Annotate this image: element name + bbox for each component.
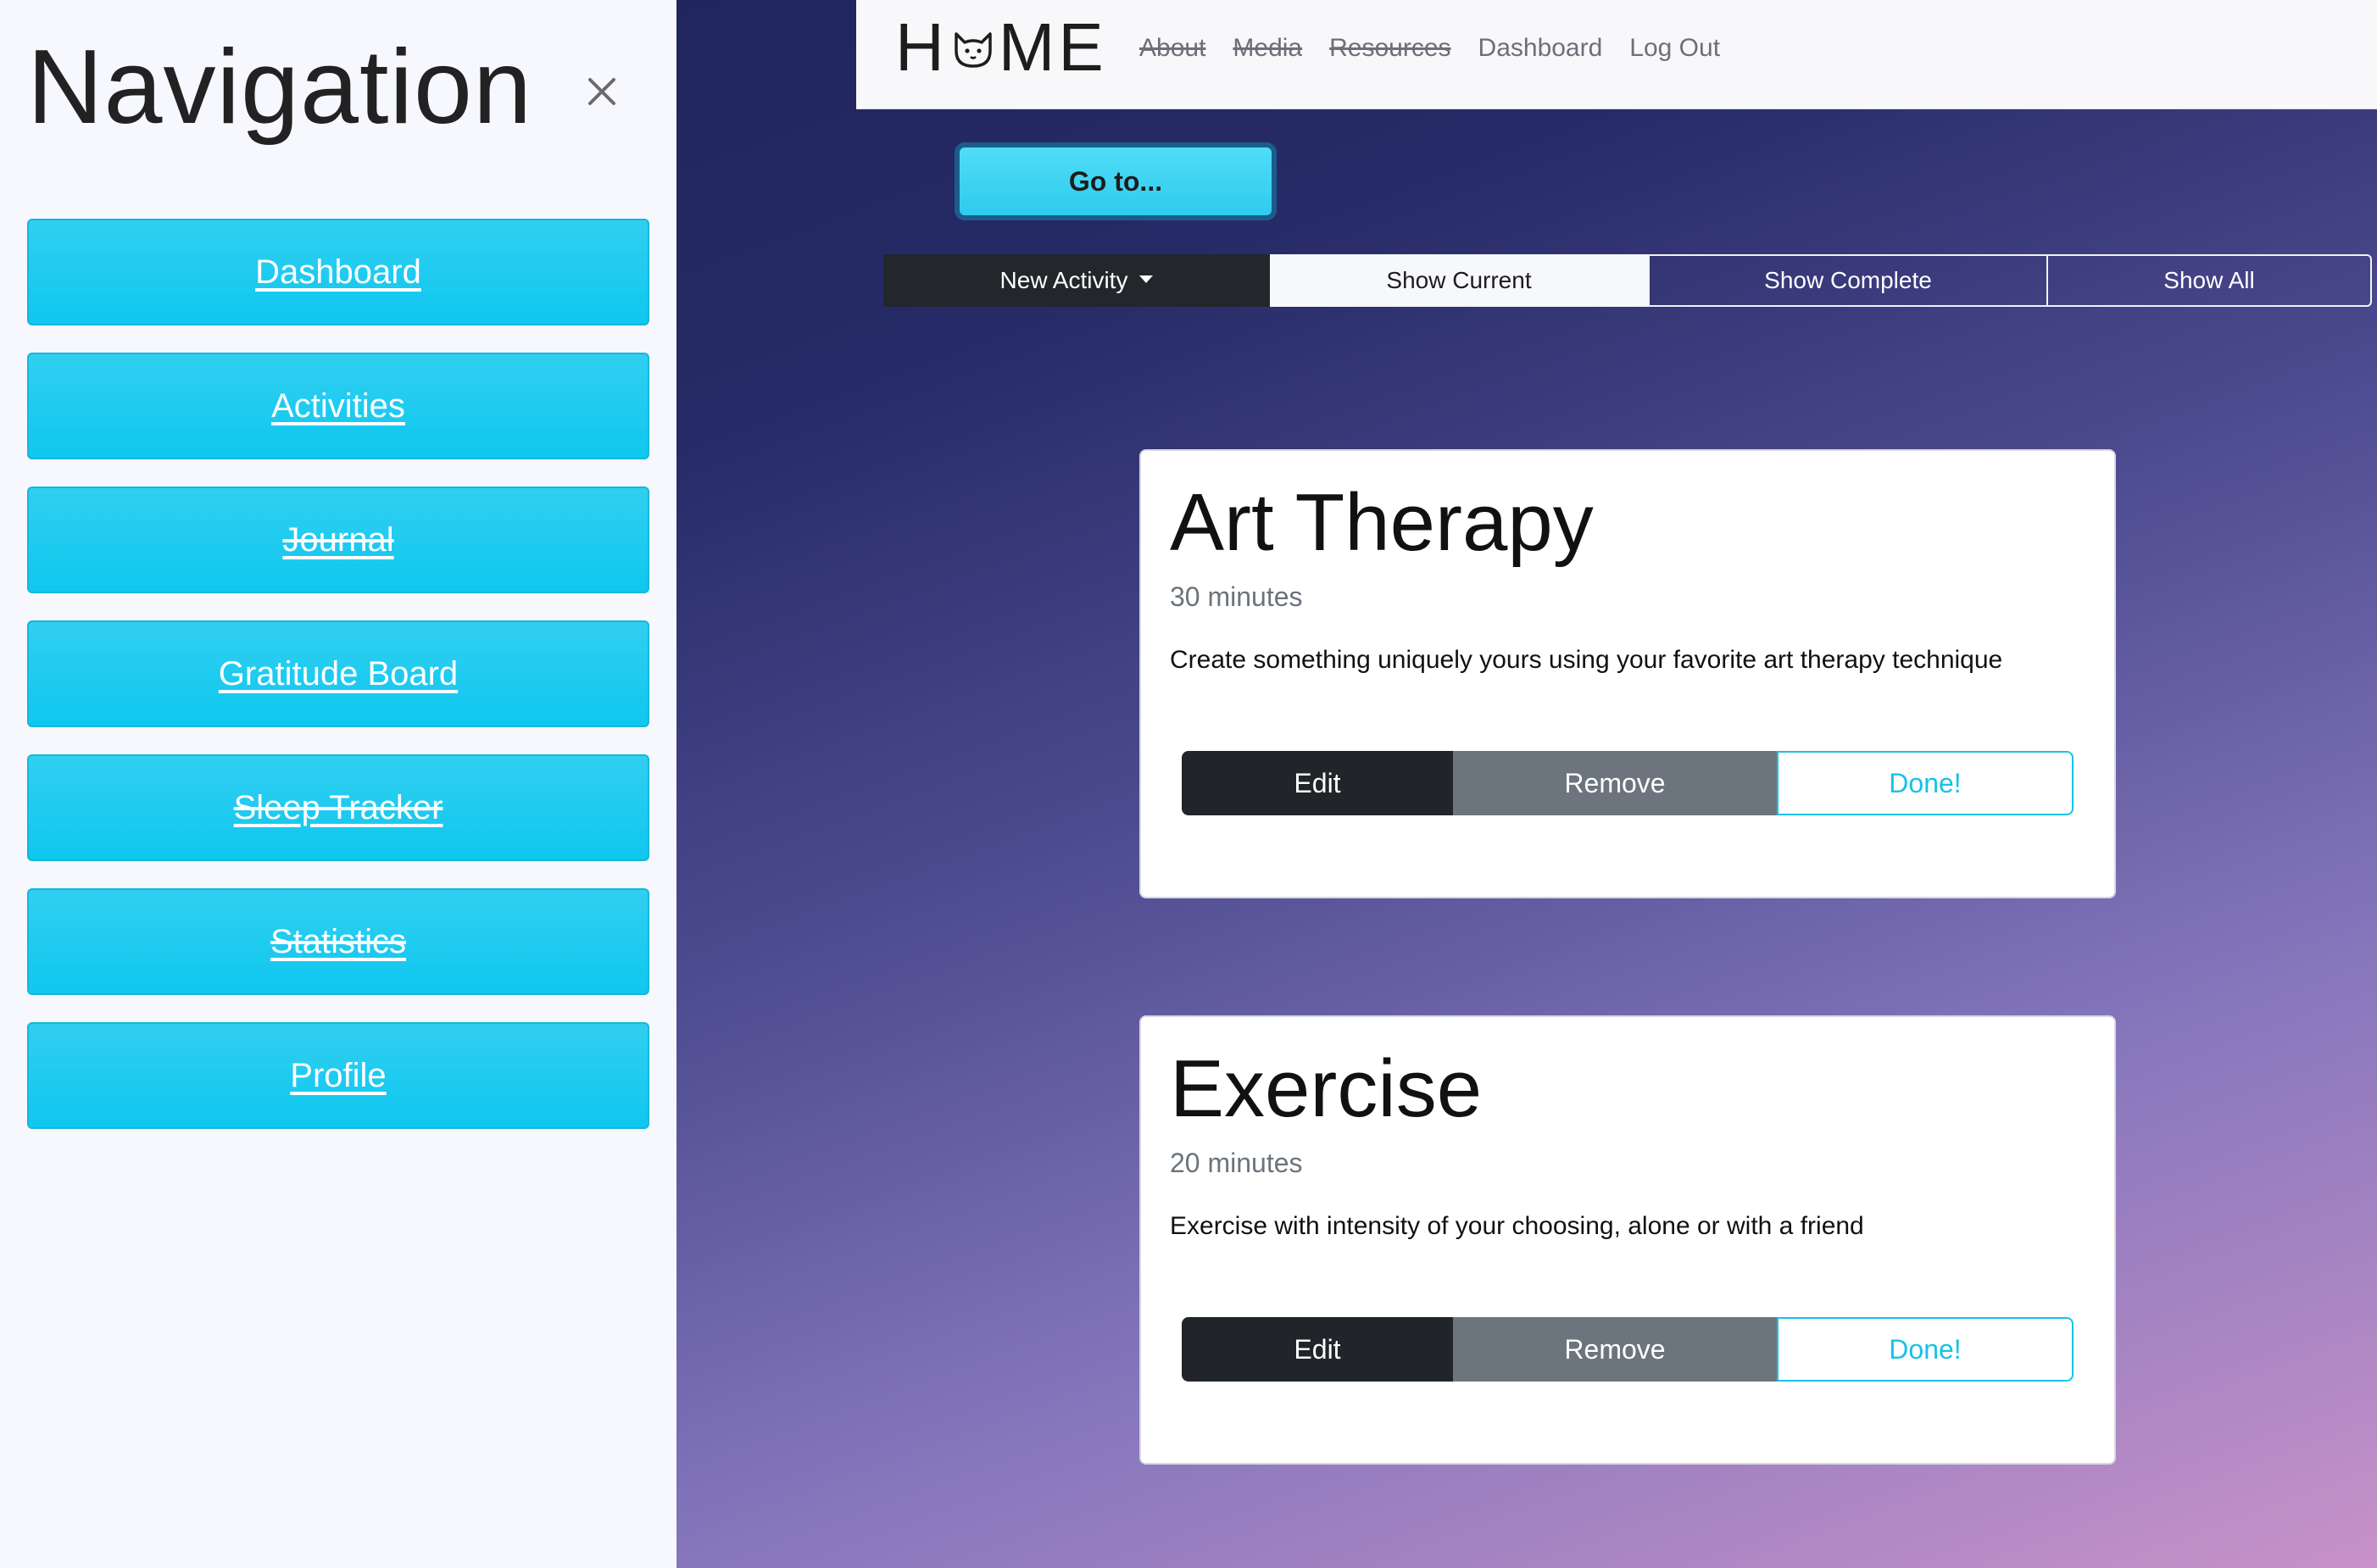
top-navbar: H ME About Media Resources Dashboard Log… xyxy=(856,0,2377,109)
cat-icon xyxy=(955,32,992,68)
activity-description: Create something uniquely yours using yo… xyxy=(1170,646,2003,674)
activity-duration: 30 minutes xyxy=(1170,581,1303,612)
edit-button[interactable]: Edit xyxy=(1182,751,1453,815)
sidebar-item-label: Activities xyxy=(271,386,405,425)
done-button[interactable]: Done! xyxy=(1777,751,2074,815)
sidebar-nav-list: Dashboard Activities Journal Gratitude B… xyxy=(27,219,649,1156)
show-current-button[interactable]: Show Current xyxy=(1270,254,1648,307)
sidebar-item-activities[interactable]: Activities xyxy=(27,353,649,459)
new-activity-label: New Activity xyxy=(999,267,1128,293)
sidebar-item-statistics[interactable]: Statistics xyxy=(27,888,649,995)
sidebar-item-journal[interactable]: Journal xyxy=(27,487,649,593)
sidebar-item-dashboard[interactable]: Dashboard xyxy=(27,219,649,325)
caret-down-icon xyxy=(1139,275,1154,283)
navigation-sidebar: Navigation Dashboard Activities Journal … xyxy=(0,0,676,1568)
activity-description: Exercise with intensity of your choosing… xyxy=(1170,1212,1864,1240)
brand-text-right: ME xyxy=(998,9,1107,85)
activity-filter-bar: New Activity Show Current Show Complete … xyxy=(883,254,2372,307)
top-nav-links: About Media Resources Dashboard Log Out xyxy=(1139,34,1720,63)
sidebar-item-profile[interactable]: Profile xyxy=(27,1022,649,1129)
sidebar-item-gratitude-board[interactable]: Gratitude Board xyxy=(27,620,649,727)
activity-title: Art Therapy xyxy=(1170,477,1594,568)
show-all-button[interactable]: Show All xyxy=(2048,254,2372,307)
remove-button[interactable]: Remove xyxy=(1453,751,1777,815)
sidebar-item-label: Sleep Tracker xyxy=(233,788,443,826)
activity-duration: 20 minutes xyxy=(1170,1148,1303,1178)
sidebar-item-label: Journal xyxy=(282,520,394,559)
brand-text-left: H xyxy=(895,9,948,85)
done-button[interactable]: Done! xyxy=(1777,1317,2074,1382)
brand-logo[interactable]: H ME xyxy=(895,5,1107,90)
sidebar-item-label: Dashboard xyxy=(255,253,421,291)
activity-card: Exercise 20 minutes Exercise with intens… xyxy=(1139,1015,2116,1465)
edit-button[interactable]: Edit xyxy=(1182,1317,1453,1382)
go-to-button[interactable]: Go to... xyxy=(955,142,1277,220)
activity-actions: Edit Remove Done! xyxy=(1182,1317,2074,1382)
nav-link-media[interactable]: Media xyxy=(1233,34,1302,63)
activity-actions: Edit Remove Done! xyxy=(1182,751,2074,815)
show-complete-button[interactable]: Show Complete xyxy=(1648,254,2048,307)
sidebar-item-label: Statistics xyxy=(270,922,407,960)
new-activity-dropdown[interactable]: New Activity xyxy=(883,254,1270,307)
activity-card: Art Therapy 30 minutes Create something … xyxy=(1139,449,2116,898)
close-icon[interactable] xyxy=(578,68,626,115)
sidebar-item-label: Gratitude Board xyxy=(218,654,459,692)
sidebar-item-sleep-tracker[interactable]: Sleep Tracker xyxy=(27,754,649,861)
remove-button[interactable]: Remove xyxy=(1453,1317,1777,1382)
nav-link-log-out[interactable]: Log Out xyxy=(1629,34,1720,63)
sidebar-title: Navigation xyxy=(27,29,532,146)
sidebar-item-label: Profile xyxy=(290,1056,387,1094)
nav-link-about[interactable]: About xyxy=(1139,34,1205,63)
nav-link-resources[interactable]: Resources xyxy=(1329,34,1450,63)
nav-link-dashboard[interactable]: Dashboard xyxy=(1478,34,1603,63)
activity-title: Exercise xyxy=(1170,1043,1483,1134)
